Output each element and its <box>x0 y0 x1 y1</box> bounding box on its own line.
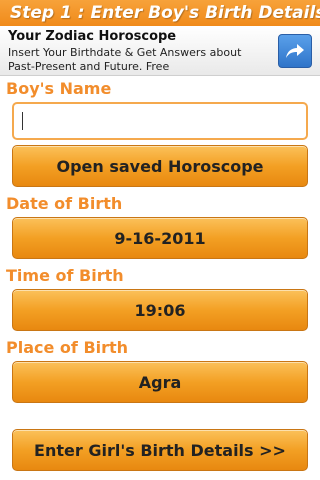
date-of-birth-label: Date of Birth <box>6 194 123 213</box>
ad-description: Insert Your Birthdate & Get Answers abou… <box>8 46 242 73</box>
time-of-birth-button[interactable]: 19:06 <box>12 289 308 331</box>
time-of-birth-label: Time of Birth <box>6 266 124 285</box>
share-arrow-icon <box>286 44 304 58</box>
ad-open-button[interactable] <box>278 34 312 68</box>
place-of-birth-button[interactable]: Agra <box>12 361 308 403</box>
enter-girls-details-button[interactable]: Enter Girl's Birth Details >> <box>12 429 308 471</box>
page-title: Step 1 : Enter Boy's Birth Details <box>0 0 320 26</box>
ad-title: Your Zodiac Horoscope <box>8 29 177 44</box>
boys-name-input[interactable] <box>12 102 308 140</box>
ad-banner[interactable]: Your Zodiac Horoscope Insert Your Birthd… <box>0 26 320 76</box>
date-of-birth-button[interactable]: 9-16-2011 <box>12 217 308 259</box>
open-saved-horoscope-button[interactable]: Open saved Horoscope <box>12 145 308 187</box>
text-cursor <box>22 112 23 130</box>
boys-name-label: Boy's Name <box>6 79 112 98</box>
place-of-birth-label: Place of Birth <box>6 338 129 357</box>
